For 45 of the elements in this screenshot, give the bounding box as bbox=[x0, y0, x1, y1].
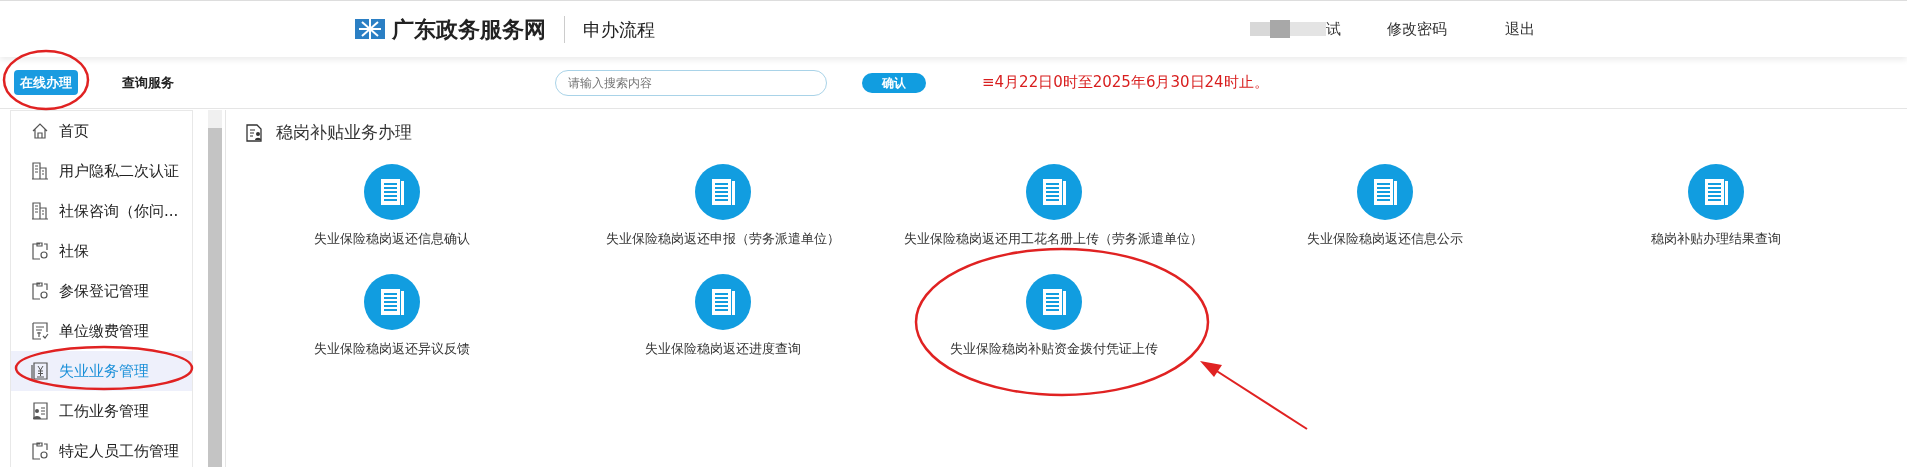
sidebar-item[interactable]: 工伤业务管理 bbox=[11, 391, 192, 431]
nav-tab[interactable]: 查询服务 bbox=[116, 69, 180, 96]
service-link[interactable]: 失业保险稳岗补贴资金拨付凭证上传 bbox=[949, 339, 1158, 359]
document-icon[interactable] bbox=[363, 273, 420, 330]
header-link[interactable]: 修改密码 bbox=[1387, 17, 1447, 41]
building-icon bbox=[31, 202, 49, 220]
logo-icon bbox=[355, 17, 385, 41]
sidebar-item[interactable]: 单位缴费管理 bbox=[11, 311, 192, 351]
person-card-icon bbox=[31, 402, 49, 420]
sidebar-item[interactable]: 社保咨询（你问... bbox=[11, 191, 192, 231]
home-icon bbox=[31, 122, 49, 140]
sidebar-item[interactable]: 参保登记管理 bbox=[11, 271, 192, 311]
notice-text: ≡4月22日0时至2025年6月30日24时止。 bbox=[982, 72, 1269, 94]
document-icon[interactable] bbox=[1025, 273, 1082, 330]
section-title: 稳岗补贴业务办理 bbox=[276, 121, 412, 144]
document-icon[interactable] bbox=[1687, 163, 1744, 220]
sidebar-item[interactable]: 社保 bbox=[11, 231, 192, 271]
service-link[interactable]: 失业保险稳岗返还信息确认 bbox=[313, 229, 470, 249]
building-icon bbox=[31, 162, 49, 180]
document-icon[interactable] bbox=[694, 273, 751, 330]
document-icon[interactable] bbox=[1025, 163, 1082, 220]
document-icon[interactable] bbox=[694, 163, 751, 220]
search-field[interactable]: 请输入搜索内容 bbox=[555, 69, 827, 96]
service-link[interactable]: 失业保险稳岗返还用工花名册上传（劳务派遣单位） bbox=[904, 229, 1203, 249]
sidebar-item[interactable]: 用户隐私二次认证 bbox=[11, 151, 192, 191]
service-link[interactable]: 失业保险稳岗返还申报（劳务派遣单位） bbox=[605, 229, 840, 249]
page-title: 申办流程 bbox=[563, 15, 655, 43]
document-person-icon bbox=[246, 123, 264, 142]
sidebar-item[interactable]: 首页 bbox=[11, 111, 192, 151]
yen-document-icon bbox=[31, 362, 49, 380]
service-link[interactable]: 稳岗补贴办理结果查询 bbox=[1650, 229, 1781, 249]
service-link[interactable]: 失业保险稳岗返还信息公示 bbox=[1306, 229, 1463, 249]
service-link[interactable]: 失业保险稳岗返还异议反馈 bbox=[313, 339, 470, 359]
document-gear-icon bbox=[31, 282, 49, 300]
document-gear-icon bbox=[31, 442, 49, 460]
document-check-icon bbox=[31, 322, 49, 340]
service-link[interactable]: 失业保险稳岗返还进度查询 bbox=[644, 339, 801, 359]
document-icon[interactable] bbox=[363, 163, 420, 220]
document-icon[interactable] bbox=[1356, 163, 1413, 220]
header-link[interactable]: 退出 bbox=[1505, 17, 1535, 41]
scrollbar[interactable] bbox=[208, 110, 222, 467]
sidebar-item[interactable]: 特定人员工伤管理 bbox=[11, 431, 192, 467]
user-name: 试 bbox=[1326, 18, 1341, 40]
site-name: 广东政务服务网 bbox=[391, 15, 546, 44]
document-gear-icon bbox=[31, 242, 49, 260]
